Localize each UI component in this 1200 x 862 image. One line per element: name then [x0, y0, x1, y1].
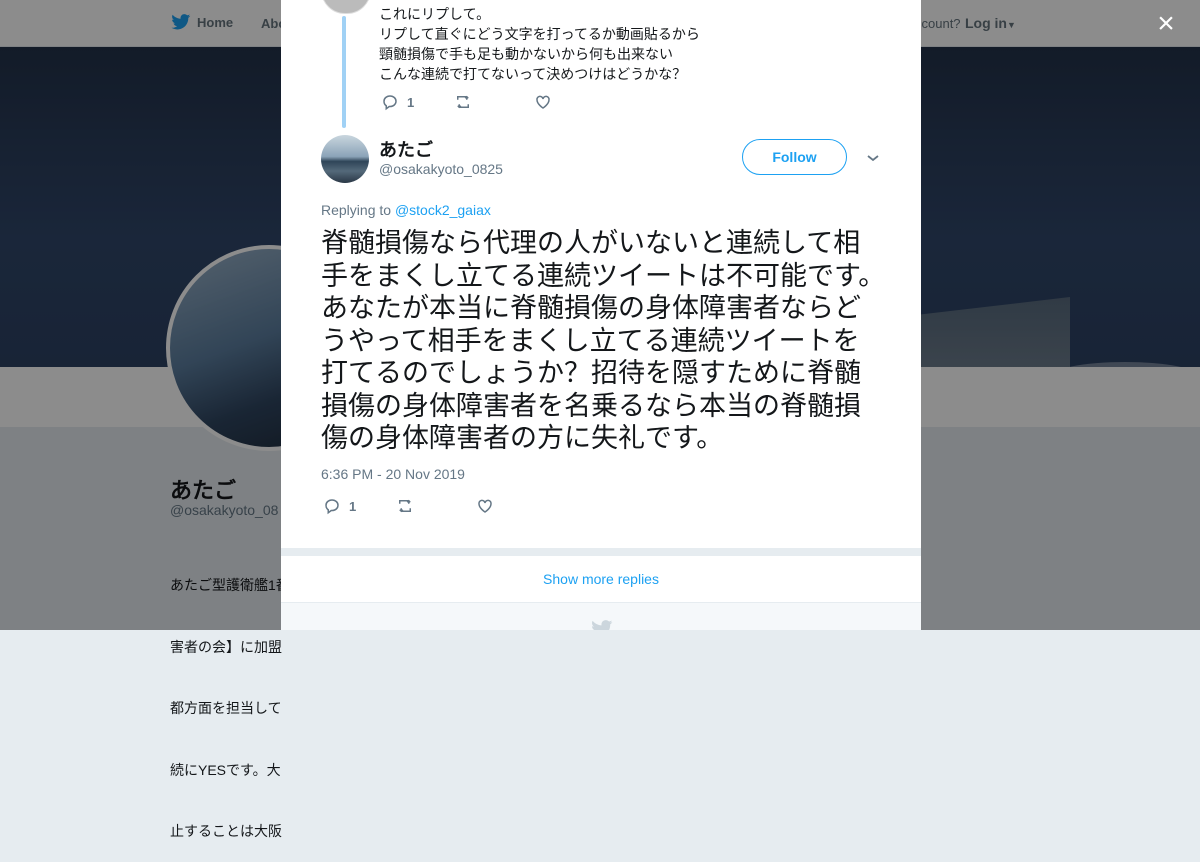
like-button[interactable] [476, 497, 494, 515]
like-button[interactable] [534, 93, 552, 111]
chevron-down-icon[interactable] [865, 150, 881, 166]
close-icon[interactable]: × [1152, 9, 1180, 39]
retweet-button[interactable] [454, 93, 472, 111]
replying-to: Replying to @stock2_gaiax [321, 202, 491, 218]
bio-line: 都方面を担当して [170, 700, 282, 716]
previous-tweet-actions: 1 [381, 93, 552, 111]
reply-count: 1 [407, 94, 415, 110]
bio-line: 害者の会】に加盟 [170, 638, 282, 655]
reply-icon [383, 95, 397, 111]
replying-to-prefix: Replying to [321, 202, 392, 218]
previous-tweet-avatar[interactable] [321, 0, 371, 14]
tweet-text: 脊髄損傷なら代理の人がいないと連続して相手をまくし立てる連続ツイートは不可能です… [321, 228, 886, 453]
tweet-modal: これにリプして。 リプして直ぐにどう文字を打ってるか動画貼るから 頸髄損傷で手も… [281, 0, 921, 630]
retweet-icon [399, 499, 412, 513]
follow-button[interactable]: Follow [742, 139, 847, 175]
show-more-replies-button[interactable]: Show more replies [281, 556, 921, 603]
reply-icon [325, 499, 339, 515]
tweet-timestamp[interactable]: 6:36 PM - 20 Nov 2019 [321, 466, 465, 482]
previous-tweet-line: こんな連続で打てないって決めつけはどうかな？ [379, 66, 687, 82]
reply-button[interactable]: 1 [323, 497, 356, 515]
heart-icon [478, 499, 492, 513]
previous-tweet-line: これにリプして。 [379, 6, 491, 22]
previous-tweet-text: これにリプして。 リプして直ぐにどう文字を打ってるか動画貼るから 頸髄損傷で手も… [379, 4, 700, 84]
reply-count: 1 [349, 498, 357, 514]
bio-line: 続にYESです。大 [170, 761, 281, 778]
tweet-author-handle[interactable]: @osakakyoto_0825 [379, 161, 503, 177]
replying-to-mention[interactable]: @stock2_gaiax [395, 202, 491, 218]
thread-line [342, 16, 346, 128]
tweet-author-avatar[interactable] [321, 135, 369, 183]
section-divider [281, 548, 921, 556]
bio-line: 止することは大阪 [170, 823, 282, 839]
previous-tweet-line: 頸髄損傷で手も足も動かないから何も出来ない [379, 46, 673, 62]
tweet-author-name[interactable]: あたご [379, 136, 433, 162]
tweet-actions: 1 [323, 497, 494, 515]
heart-icon [536, 95, 550, 109]
retweet-icon [457, 95, 470, 109]
twitter-bird-icon [592, 620, 613, 630]
reply-button[interactable]: 1 [381, 93, 414, 111]
retweet-button[interactable] [396, 497, 414, 515]
previous-tweet-line: リプして直ぐにどう文字を打ってるか動画貼るから [379, 26, 700, 42]
